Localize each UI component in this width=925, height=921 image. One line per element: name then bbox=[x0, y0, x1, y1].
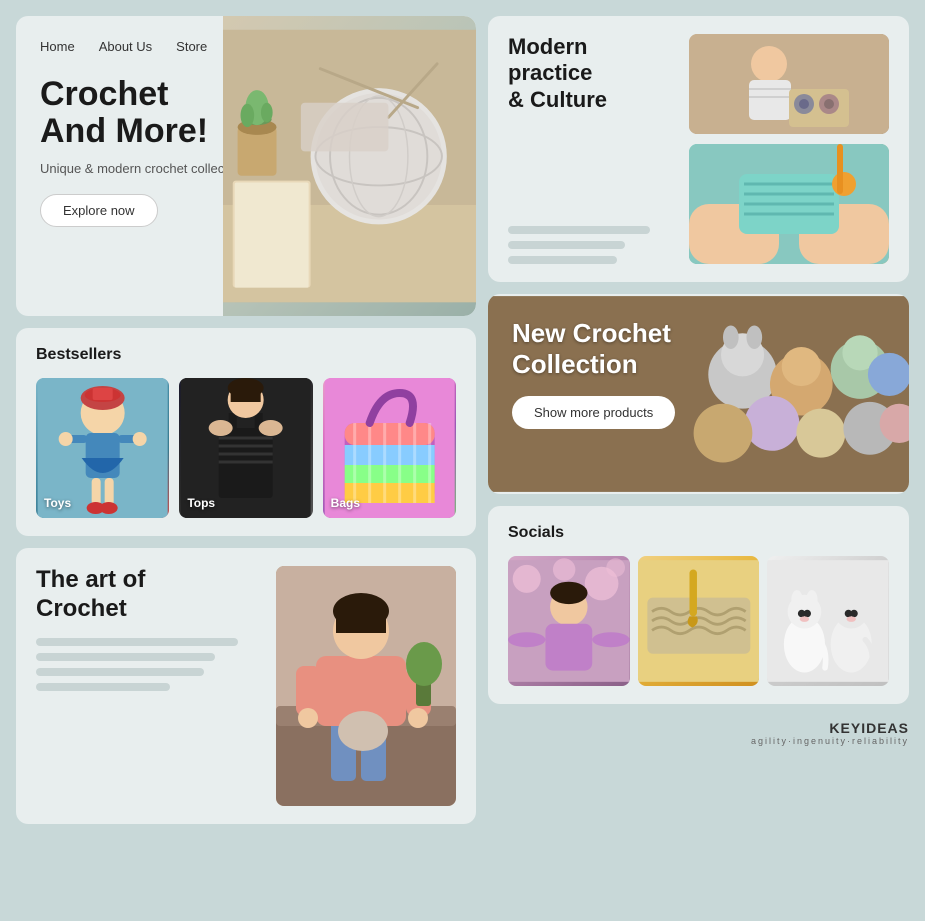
socials-title: Socials bbox=[508, 524, 889, 542]
tops-label: Tops bbox=[187, 496, 215, 510]
art-description-lines bbox=[36, 638, 260, 691]
art-section: The art of Crochet bbox=[16, 548, 476, 824]
art-line-3 bbox=[36, 668, 204, 676]
modern-title: Modern practice & Culture bbox=[508, 34, 675, 113]
product-card-bags[interactable]: Bags bbox=[323, 378, 456, 518]
bags-label: Bags bbox=[331, 496, 360, 510]
keyideas-tagline: agility·ingenuity·reliability bbox=[488, 736, 909, 746]
social-image-2[interactable] bbox=[638, 556, 760, 686]
modern-line-3 bbox=[508, 256, 617, 264]
product-card-toys[interactable]: Toys bbox=[36, 378, 169, 518]
art-image-svg bbox=[276, 566, 456, 806]
modern-image-top bbox=[689, 34, 889, 134]
modern-content: Modern practice & Culture bbox=[508, 34, 675, 264]
explore-button[interactable]: Explore now bbox=[40, 194, 158, 227]
art-image bbox=[276, 566, 456, 806]
bestsellers-title: Bestsellers bbox=[36, 346, 456, 364]
keyideas-footer: KEYIDEAS agility·ingenuity·reliability bbox=[488, 716, 909, 750]
keyideas-brand: KEYIDEAS bbox=[488, 720, 909, 736]
toys-label: Toys bbox=[44, 496, 71, 510]
art-text: The art of Crochet bbox=[36, 566, 260, 806]
nav-store[interactable]: Store bbox=[176, 39, 207, 54]
modern-section: Modern practice & Culture bbox=[488, 16, 909, 282]
modern-line-2 bbox=[508, 241, 625, 249]
show-more-button[interactable]: Show more products bbox=[512, 396, 675, 429]
product-card-tops[interactable]: Tops bbox=[179, 378, 312, 518]
hero-image bbox=[223, 16, 476, 316]
collection-text: New Crochet Collection Show more product… bbox=[488, 294, 909, 453]
socials-section: Socials bbox=[488, 506, 909, 704]
socials-grid bbox=[508, 556, 889, 686]
collection-section: New Crochet Collection Show more product… bbox=[488, 294, 909, 494]
hero-image-svg bbox=[223, 16, 476, 316]
modern-description-lines bbox=[508, 226, 675, 264]
art-line-1 bbox=[36, 638, 238, 646]
hero-section: Home About Us Store Contact 🔍 🛒 ♡ 👤 Croc… bbox=[16, 16, 476, 316]
social-image-3[interactable] bbox=[767, 556, 889, 686]
art-line-2 bbox=[36, 653, 215, 661]
right-panel: Modern practice & Culture bbox=[488, 16, 909, 905]
art-line-4 bbox=[36, 683, 170, 691]
social-2-svg bbox=[638, 556, 760, 686]
modern-bottom-svg bbox=[689, 144, 889, 264]
modern-line-1 bbox=[508, 226, 650, 234]
modern-image-bottom bbox=[689, 144, 889, 264]
bestsellers-section: Bestsellers bbox=[16, 328, 476, 536]
social-3-svg bbox=[767, 556, 889, 686]
product-grid: Toys bbox=[36, 378, 456, 518]
social-1-svg bbox=[508, 556, 630, 686]
nav-home[interactable]: Home bbox=[40, 39, 75, 54]
collection-title: New Crochet Collection bbox=[512, 318, 885, 380]
modern-top-svg bbox=[689, 34, 889, 134]
left-panel: Home About Us Store Contact 🔍 🛒 ♡ 👤 Croc… bbox=[16, 16, 476, 905]
art-title: The art of Crochet bbox=[36, 566, 260, 624]
nav-about[interactable]: About Us bbox=[99, 39, 152, 54]
modern-images bbox=[689, 34, 889, 264]
social-image-1[interactable] bbox=[508, 556, 630, 686]
